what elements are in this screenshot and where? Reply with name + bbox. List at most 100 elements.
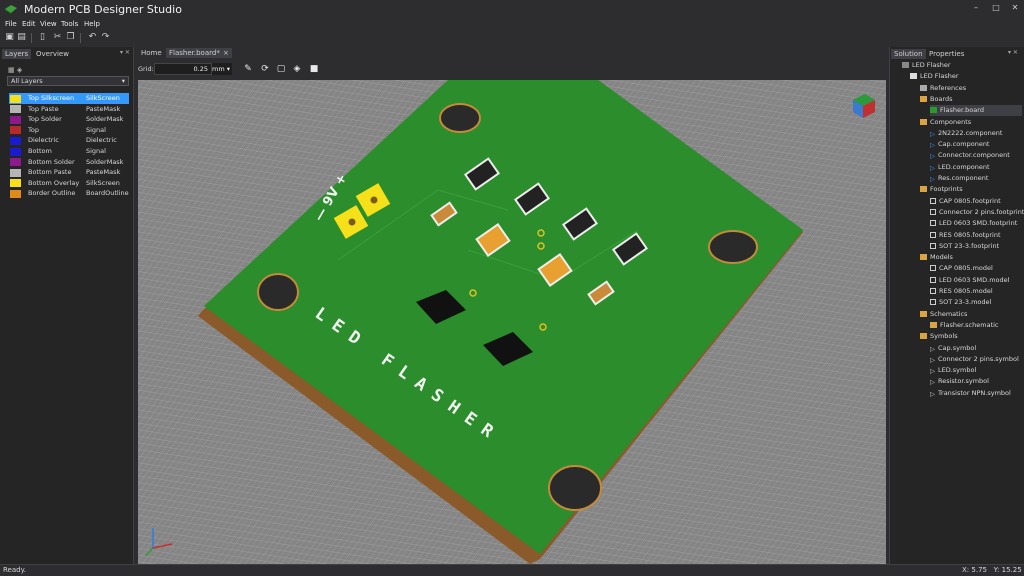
tree-item[interactable]: RES 0805.model (930, 286, 993, 297)
solution-icon (902, 61, 912, 69)
tree-item[interactable]: Schematics (920, 309, 967, 320)
tree-item[interactable]: ▷ Cap.symbol (930, 343, 976, 354)
new-file-icon[interactable]: ▯ (37, 32, 48, 43)
tree-item[interactable]: ▷ Connector 2 pins.symbol (930, 354, 1019, 365)
layer-row[interactable]: Dielectric Dielectric (9, 135, 129, 146)
grid-size-input[interactable]: 0.25 (154, 63, 212, 75)
close-button[interactable]: ✕ (1009, 2, 1021, 14)
frame-icon[interactable]: ▢ (276, 64, 286, 74)
pin-icon[interactable]: ▾ ✕ (120, 49, 130, 56)
grid-unit-select[interactable]: mm ▾ (212, 63, 232, 75)
symbol-icon: ▷ (930, 367, 935, 376)
tree-item[interactable]: ▷ Resistor.symbol (930, 376, 989, 387)
minimize-button[interactable]: – (970, 2, 982, 14)
layer-row[interactable]: Bottom Solder SolderMask (9, 157, 129, 168)
tree-item[interactable]: ▷ Connector.component (930, 150, 1010, 161)
tree-item[interactable]: LED Flasher (910, 71, 959, 82)
tab-layers[interactable]: Layers (2, 49, 32, 59)
menu-edit[interactable]: Edit (22, 18, 36, 30)
y-label: Y: (993, 566, 1000, 574)
layer-row[interactable]: Top Signal (9, 125, 129, 136)
tree-item[interactable]: Footprints (920, 184, 963, 195)
view-toolbar: Grid: 0.25 mm ▾ ✎ ⟳ ▢ ◈ ■ (136, 60, 888, 79)
tree-item[interactable]: Flasher.board (930, 105, 1022, 117)
pcb-3d-viewport[interactable]: LED FLASHER — 9V + (138, 80, 886, 564)
layer-color-swatch (10, 136, 21, 145)
tree-item[interactable]: ▷ Cap.component (930, 139, 990, 150)
tree-item[interactable]: ▷ 2N2222.component (930, 128, 1002, 139)
layer-filter-value: All Layers (11, 77, 43, 85)
status-bar: Ready. X: 5.75 Y: 15.25 (0, 564, 1024, 576)
layer-color-swatch (10, 179, 21, 188)
tree-item[interactable]: LED 0603 SMD.footprint (930, 218, 1017, 229)
layer-type: PasteMask (86, 104, 121, 113)
tab-close-icon[interactable]: × (223, 48, 229, 58)
refresh-icon[interactable]: ⟳ (260, 64, 270, 74)
undo-icon[interactable]: ↶ (87, 32, 98, 43)
tree-item[interactable]: References (920, 83, 966, 94)
pad-hole (348, 218, 356, 226)
chevron-down-icon: ▾ (224, 65, 231, 73)
tree-item-label: Res.component (938, 174, 989, 182)
tree-item-label: Flasher.board (940, 106, 984, 115)
tree-item[interactable]: CAP 0805.model (930, 263, 993, 274)
tree-item[interactable]: ▷ LED.symbol (930, 365, 976, 376)
copy-icon[interactable]: ❐ (65, 32, 76, 43)
redo-icon[interactable]: ↷ (100, 32, 111, 43)
tab-properties[interactable]: Properties (926, 49, 967, 59)
layer-row[interactable]: Top Solder SolderMask (9, 114, 129, 125)
tree-item[interactable]: LED Flasher (902, 60, 951, 71)
layer-row[interactable]: Bottom Overlay SilkScreen (9, 178, 129, 189)
folder-icon (920, 118, 930, 126)
symbol-icon: ▷ (930, 378, 935, 387)
layer-filter-select[interactable]: All Layers ▾ (7, 76, 129, 86)
layer-name: Top (28, 125, 39, 134)
tree-item[interactable]: Symbols (920, 331, 958, 342)
layer-row[interactable]: Top Paste PasteMask (9, 104, 129, 115)
cube-icon[interactable]: ◈ (292, 64, 302, 74)
tree-item-label: LED.symbol (938, 366, 977, 375)
tab-overview[interactable]: Overview (33, 49, 72, 59)
tree-item[interactable]: CAP 0805.footprint (930, 196, 1001, 207)
layer-name: Top Silkscreen (28, 94, 75, 102)
tree-item[interactable]: ▷ Res.component (930, 173, 988, 184)
tab-solution[interactable]: Solution (891, 49, 926, 59)
layer-row[interactable]: Top Silkscreen SilkScreen (9, 93, 129, 104)
menu-file[interactable]: File (5, 18, 17, 30)
maximize-button[interactable]: □ (990, 2, 1002, 14)
tree-item[interactable]: ▷ Transistor NPN.symbol (930, 388, 1011, 399)
layer-type: SolderMask (86, 157, 124, 166)
tree-item-label: Connector.component (938, 151, 1010, 160)
component-icon: ▷ (930, 152, 935, 161)
pin-icon[interactable]: ▾ ✕ (1008, 49, 1018, 56)
tree-item[interactable]: RES 0805.footprint (930, 230, 1001, 241)
tab-flasher-board[interactable]: Flasher.board* × (166, 48, 232, 58)
menu-view[interactable]: View (40, 18, 57, 30)
tree-item[interactable]: SOT 23-3.footprint (930, 241, 999, 252)
tree-item[interactable]: Components (920, 117, 971, 128)
tree-item[interactable]: ▷ LED.component (930, 162, 990, 173)
menu-tools[interactable]: Tools (61, 18, 78, 30)
tree-item[interactable]: Boards (920, 94, 953, 105)
save-all-icon[interactable]: ▤ (16, 32, 27, 43)
tree-item-label: Cap.symbol (938, 343, 977, 352)
layer-tools-icon[interactable]: ▦ ◈ (8, 66, 22, 74)
save-icon[interactable]: ▣ (4, 32, 15, 43)
square-icon[interactable]: ■ (309, 64, 319, 74)
cut-icon[interactable]: ✂ (52, 32, 63, 43)
layer-row[interactable]: Border Outline BoardOutline (9, 188, 129, 199)
pencil-icon[interactable]: ✎ (243, 64, 253, 74)
tree-item[interactable]: SOT 23-3.model (930, 297, 991, 308)
tree-item[interactable]: LED 0603 SMD.model (930, 275, 1009, 286)
layer-row[interactable]: Bottom Signal (9, 146, 129, 157)
tree-item-label: LED 0603 SMD.model (939, 275, 1010, 284)
tree-item-label: RES 0805.model (939, 287, 993, 295)
folder-icon (920, 310, 930, 318)
tree-item[interactable]: Connector 2 pins.footprint (930, 207, 1024, 218)
tree-item[interactable]: Models (920, 252, 953, 263)
menu-help[interactable]: Help (84, 18, 100, 30)
toolbar: ▣ ▤ ▯ ✂ ❐ ↶ ↷ (0, 30, 1024, 46)
tree-item[interactable]: Flasher.schematic (930, 320, 999, 331)
layer-row[interactable]: Bottom Paste PasteMask (9, 167, 129, 178)
tab-home[interactable]: Home (138, 48, 165, 58)
